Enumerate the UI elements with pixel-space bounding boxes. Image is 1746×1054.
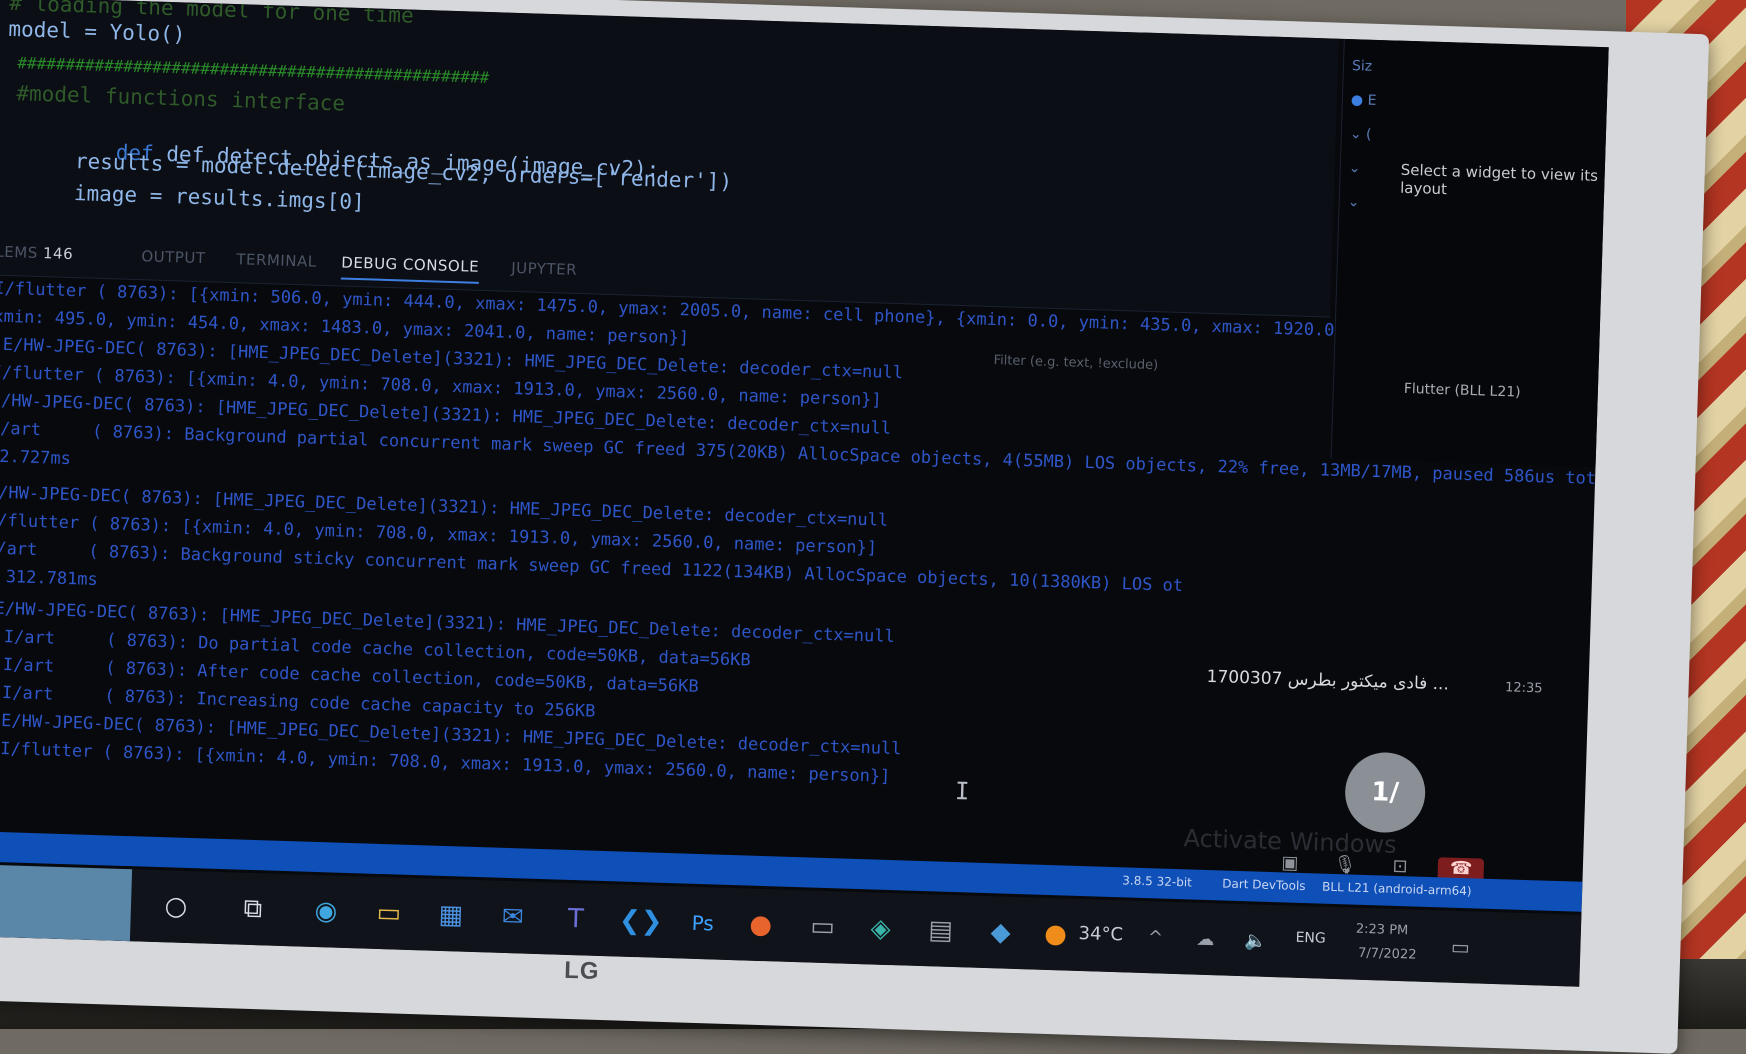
task-view-icon[interactable]: ⧉ (232, 888, 273, 929)
window-icon[interactable]: ▭ (802, 906, 843, 947)
chevron-down-icon: ⌄ (1347, 194, 1360, 211)
clock-date[interactable]: 7/7/2022 (1358, 946, 1417, 963)
tree-node[interactable]: ● E (1350, 83, 1377, 118)
tab-terminal[interactable]: TERMINAL (236, 250, 317, 271)
dart-devtools[interactable]: Dart DevTools (1222, 876, 1306, 893)
volume-icon[interactable]: 🔈 (1235, 920, 1276, 961)
tab-problems[interactable]: LEMS 146 (0, 243, 73, 263)
text-cursor-icon: I (954, 777, 970, 806)
widget-tree[interactable]: Siz ● E ⌄ ( ⌄ ⌄ (1347, 49, 1378, 220)
vscode-icon[interactable]: ❮❯ (619, 901, 663, 942)
widget-dot-icon: ● (1350, 92, 1364, 109)
inspector-hint: Select a widget to view its layout (1399, 160, 1599, 199)
teams-icon[interactable]: T (555, 899, 596, 940)
code-line-comment-interface: #model functions interface (16, 81, 346, 116)
tree-node[interactable]: ⌄ ( (1349, 117, 1376, 152)
notification-icon[interactable]: ▭ (1440, 926, 1481, 967)
chevron-down-icon: ⌄ (1349, 126, 1362, 143)
temperature[interactable]: 34°C (1078, 923, 1123, 945)
chevron-up-icon[interactable]: ^ (1135, 917, 1176, 958)
language-indicator[interactable]: ENG (1295, 930, 1326, 947)
terminal-icon[interactable]: ▤ (920, 910, 961, 951)
network-icon[interactable]: ☁ (1185, 918, 1226, 959)
tree-node[interactable]: ⌄ (1347, 185, 1374, 220)
tab-debug-console[interactable]: DEBUG CONSOLE (340, 253, 480, 284)
problems-count: 146 (42, 244, 74, 264)
tab-jupyter[interactable]: JUPYTER (511, 259, 577, 279)
code-line-separator: ########################################… (17, 53, 490, 88)
tree-node[interactable]: ⌄ (1348, 151, 1375, 186)
chevron-down-icon: ⌄ (1348, 160, 1361, 177)
monitor-screen: # loading the model for one time model =… (0, 0, 1609, 987)
mail-icon[interactable]: ✉ (492, 897, 533, 938)
clock-time[interactable]: 2:23 PM (1356, 922, 1409, 939)
taskbar-search-area[interactable] (0, 864, 133, 942)
notes-icon[interactable]: ◆ (980, 912, 1021, 953)
chat-time: 12:35 (1504, 680, 1543, 697)
console-line: 1 312.781ms (5, 567, 99, 590)
code-line-model: model = Yolo() (8, 16, 186, 47)
search-icon[interactable]: ○ (155, 886, 196, 927)
monitor-brand-logo: LG (563, 956, 600, 985)
tree-node[interactable]: Siz (1351, 49, 1378, 84)
file-explorer-icon[interactable]: ▭ (368, 893, 409, 934)
firefox-icon[interactable]: ● (740, 904, 781, 945)
photoshop-icon[interactable]: Ps (682, 903, 723, 944)
device-selector[interactable]: BLL L21 (android-arm64) (1322, 880, 1472, 899)
weather-icon[interactable]: ● (1035, 914, 1076, 955)
monitor-bezel: # loading the model for one time model =… (0, 0, 1710, 1054)
flutter-inspector-panel: Siz ● E ⌄ ( ⌄ ⌄ Select a widget to view … (1330, 38, 1609, 468)
python-version[interactable]: 3.8.5 32-bit (1122, 873, 1192, 889)
store-icon[interactable]: ▦ (430, 895, 471, 936)
tab-output[interactable]: OUTPUT (141, 247, 206, 267)
app-icon[interactable]: ◈ (860, 908, 901, 949)
inspector-device-label: Flutter (BLL L21) (1403, 380, 1521, 401)
edge-icon[interactable]: ◉ (305, 891, 346, 932)
console-line: 12.727ms (0, 446, 72, 470)
